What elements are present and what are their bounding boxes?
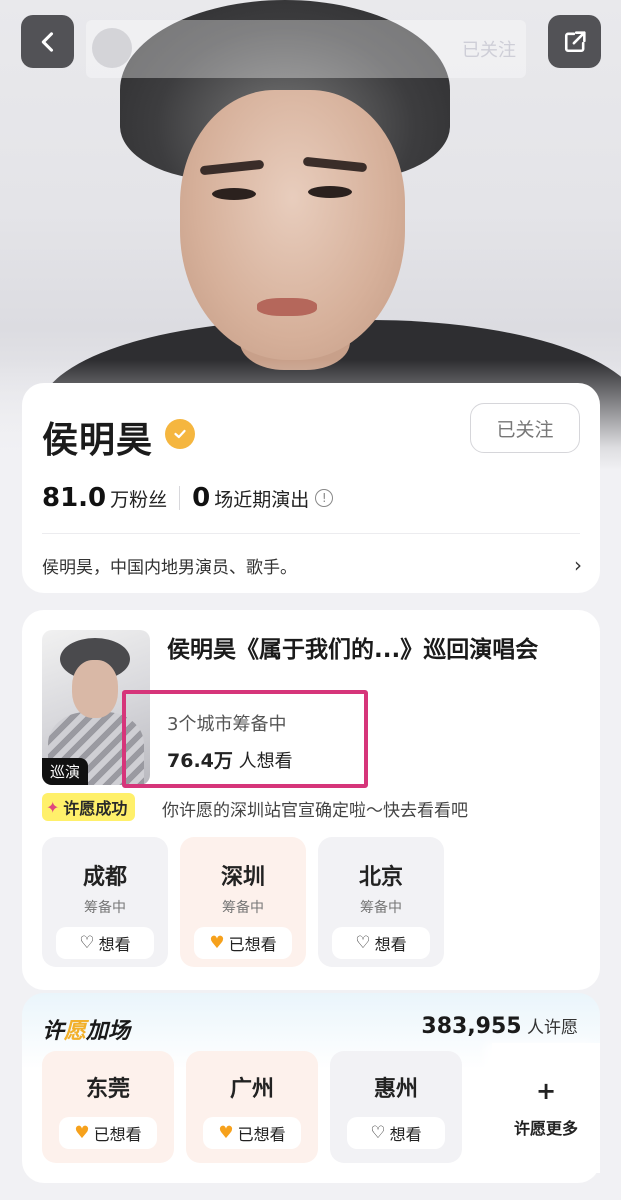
- tour-title[interactable]: 侯明昊《属于我们的...》巡回演唱会: [167, 630, 538, 664]
- hero-lips: [257, 298, 317, 316]
- wish-section: 许愿加场 383,955 人许愿 东莞 ♥ 已想看 广州 ♥ 已想看 惠州 ♡ …: [22, 993, 600, 1183]
- heart-plus-icon: ♡: [370, 1123, 386, 1143]
- city-status: 筹备中: [84, 900, 126, 916]
- wish-city-dongguan[interactable]: 东莞 ♥ 已想看: [42, 1051, 174, 1163]
- poster-tag: 巡演: [42, 758, 89, 785]
- wish-success-badge: ✦ 许愿成功: [42, 793, 136, 821]
- stats-divider: [179, 486, 181, 510]
- verified-icon: [165, 419, 195, 449]
- mini-follow-label[interactable]: 已关注: [462, 36, 516, 62]
- wish-badge-label: 许愿成功: [63, 799, 128, 818]
- city-card-beijing[interactable]: 北京 筹备中 ♡ 想看: [318, 837, 444, 967]
- artist-bio[interactable]: 侯明昊，中国内地男演员、歌手。: [42, 553, 297, 578]
- want-button-label: 想看: [98, 935, 131, 954]
- wish-section-title: 许愿加场: [42, 1013, 130, 1045]
- shows-count: 0: [192, 483, 211, 513]
- plus-icon: +: [535, 1077, 557, 1105]
- want-count: 76.4万: [167, 750, 233, 772]
- follow-button[interactable]: 已关注: [470, 403, 580, 453]
- back-button[interactable]: [21, 15, 74, 68]
- wanted-button[interactable]: ♥ 已想看: [203, 1117, 301, 1149]
- want-button-label: 想看: [374, 935, 407, 954]
- city-name: 东莞: [85, 1077, 130, 1102]
- wanted-button[interactable]: ♥ 已想看: [194, 927, 292, 959]
- chevron-left-icon: [41, 31, 53, 52]
- wish-title-b: 愿: [64, 1019, 87, 1044]
- want-button[interactable]: ♡ 想看: [347, 1117, 445, 1149]
- wish-count: 383,955 人许愿: [421, 1013, 578, 1039]
- fans-count: 81.0: [42, 483, 107, 513]
- profile-divider: [42, 533, 580, 534]
- want-button[interactable]: ♡ 想看: [332, 927, 430, 959]
- hero-eye-right: [308, 186, 352, 198]
- mini-avatar: [92, 28, 132, 68]
- city-name: 广州: [229, 1077, 274, 1102]
- wish-title-a: 许: [42, 1019, 65, 1044]
- artist-name: 侯明昊: [42, 420, 154, 461]
- want-button-label: 已想看: [237, 1125, 286, 1144]
- wish-count-number: 383,955: [421, 1014, 522, 1039]
- heart-plus-icon: ♡: [355, 933, 371, 953]
- cities-preparing: 3个城市筹备中: [167, 714, 287, 735]
- heart-filled-icon: ♥: [218, 1123, 234, 1143]
- want-button-label: 已想看: [228, 935, 277, 954]
- stats-row: 81.0 万粉丝 0 场近期演出 !: [42, 483, 334, 513]
- heart-plus-icon: ♡: [79, 933, 95, 953]
- wish-city-huizhou[interactable]: 惠州 ♡ 想看: [330, 1051, 462, 1163]
- heart-filled-icon: ♥: [74, 1123, 90, 1143]
- city-name: 惠州: [373, 1077, 418, 1102]
- want-button-label: 已想看: [93, 1125, 142, 1144]
- sparkle-icon: ✦: [46, 797, 60, 817]
- mini-header: 已关注: [86, 20, 526, 78]
- want-button[interactable]: ♡ 想看: [56, 927, 154, 959]
- share-button[interactable]: [548, 15, 601, 68]
- hero-face: [180, 90, 405, 360]
- highlight-box: [122, 690, 368, 788]
- city-name: 北京: [358, 865, 403, 890]
- profile-card: 侯明昊 已关注 81.0 万粉丝 0 场近期演出 ! 侯明昊，中国内地男演员、歌…: [22, 383, 600, 593]
- fans-label: 万粉丝: [110, 489, 168, 511]
- chevron-right-icon[interactable]: ›: [574, 553, 582, 577]
- wish-city-list: 东莞 ♥ 已想看 广州 ♥ 已想看 惠州 ♡ 想看: [42, 1051, 462, 1163]
- wish-city-guangzhou[interactable]: 广州 ♥ 已想看: [186, 1051, 318, 1163]
- wanted-button[interactable]: ♥ 已想看: [59, 1117, 157, 1149]
- tour-city-list: 成都 筹备中 ♡ 想看 深圳 筹备中 ♥ 已想看 北京 筹备中 ♡ 想看: [42, 837, 444, 967]
- city-name: 深圳: [220, 865, 265, 890]
- share-icon: [564, 30, 586, 52]
- want-count-line: 76.4万 人想看: [167, 746, 293, 773]
- wish-title-c: 加场: [86, 1019, 131, 1044]
- wish-count-label: 人许愿: [527, 1018, 578, 1038]
- city-name: 成都: [82, 865, 127, 890]
- wish-more-button[interactable]: + 许愿更多: [492, 1043, 600, 1173]
- poster-face: [72, 660, 118, 718]
- wish-message[interactable]: 你许愿的深圳站官宣确定啦～快去看看吧: [162, 796, 468, 821]
- city-card-shenzhen[interactable]: 深圳 筹备中 ♥ 已想看: [180, 837, 306, 967]
- city-status: 筹备中: [222, 900, 264, 916]
- shows-label: 场近期演出: [214, 489, 310, 511]
- want-label: 人想看: [238, 751, 293, 772]
- heart-filled-icon: ♥: [209, 933, 225, 953]
- hero-eye-left: [212, 188, 256, 200]
- wish-more-label: 许愿更多: [513, 1119, 578, 1138]
- info-icon[interactable]: !: [315, 489, 334, 507]
- want-button-label: 想看: [389, 1125, 422, 1144]
- tour-card: 巡演 侯明昊《属于我们的...》巡回演唱会 3个城市筹备中 76.4万 人想看 …: [22, 610, 600, 990]
- city-status: 筹备中: [360, 900, 402, 916]
- city-card-chengdu[interactable]: 成都 筹备中 ♡ 想看: [42, 837, 168, 967]
